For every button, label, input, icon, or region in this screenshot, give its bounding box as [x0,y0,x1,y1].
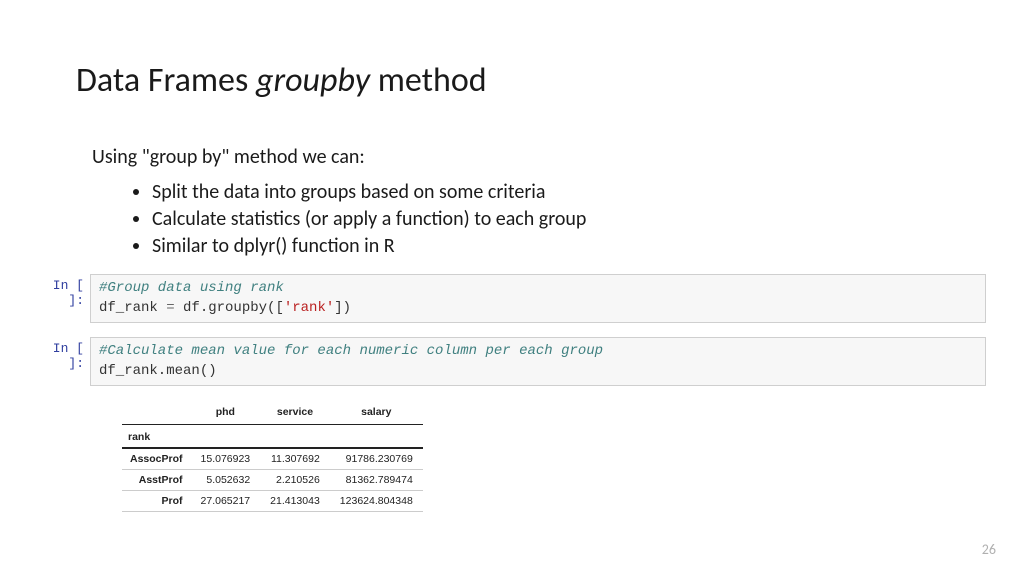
table-row-label: AsstProf [122,470,191,491]
code-block[interactable]: #Calculate mean value for each numeric c… [90,337,986,386]
title-italic: groupby [256,60,370,101]
table-cell: 2.210526 [260,470,330,491]
code-cell: In [ ]: #Calculate mean value for each n… [32,337,1024,386]
bullet-list: Split the data into groups based on some… [152,179,1024,260]
notebook-cells: In [ ]: #Group data using rank df_rank =… [32,274,1024,512]
table-cell: 27.065217 [191,491,261,512]
table-row: AsstProf 5.052632 2.210526 81362.789474 [122,470,423,491]
table-cell: 5.052632 [191,470,261,491]
slide: Data Frames groupby method Using "group … [0,0,1024,512]
table-col-header: salary [330,400,423,425]
code-text: df_rank.mean() [99,363,217,379]
code-block[interactable]: #Group data using rank df_rank = df.grou… [90,274,986,323]
title-post: method [370,60,487,101]
table-row: AssocProf 15.076923 11.307692 91786.2307… [122,448,423,470]
table-cell: 81362.789474 [330,470,423,491]
slide-title: Data Frames groupby method [76,60,1024,101]
bullet-item: Similar to dplyr() function in R [152,233,1024,260]
table-cell: 21.413043 [260,491,330,512]
table-corner [122,400,191,425]
code-text: ]) [334,300,351,316]
output-table: phd service salary rank AssocProf 15.076… [122,400,423,512]
table-cell: 91786.230769 [330,448,423,470]
table-col-header: phd [191,400,261,425]
code-string: 'rank' [284,300,334,316]
table-blank [191,425,261,449]
table-index-name: rank [122,425,191,449]
table-blank [260,425,330,449]
code-cell: In [ ]: #Group data using rank df_rank =… [32,274,1024,323]
table-row-label: AssocProf [122,448,191,470]
bullet-item: Split the data into groups based on some… [152,179,1024,206]
table-row-label: Prof [122,491,191,512]
table-cell: 15.076923 [191,448,261,470]
bullet-item: Calculate statistics (or apply a functio… [152,206,1024,233]
cell-prompt: In [ ]: [32,337,90,371]
table-blank [330,425,423,449]
code-text: df.groupby([ [175,300,284,316]
title-pre: Data Frames [76,60,256,101]
code-text: df_rank [99,300,166,316]
page-number: 26 [982,541,996,558]
code-comment: #Calculate mean value for each numeric c… [99,343,603,359]
code-comment: #Group data using rank [99,280,284,296]
slide-body: Using "group by" method we can: Split th… [92,145,1024,260]
table-col-header: service [260,400,330,425]
code-operator: = [166,300,174,316]
table-cell: 11.307692 [260,448,330,470]
table-cell: 123624.804348 [330,491,423,512]
cell-prompt: In [ ]: [32,274,90,308]
table-row: Prof 27.065217 21.413043 123624.804348 [122,491,423,512]
intro-text: Using "group by" method we can: [92,145,1024,169]
